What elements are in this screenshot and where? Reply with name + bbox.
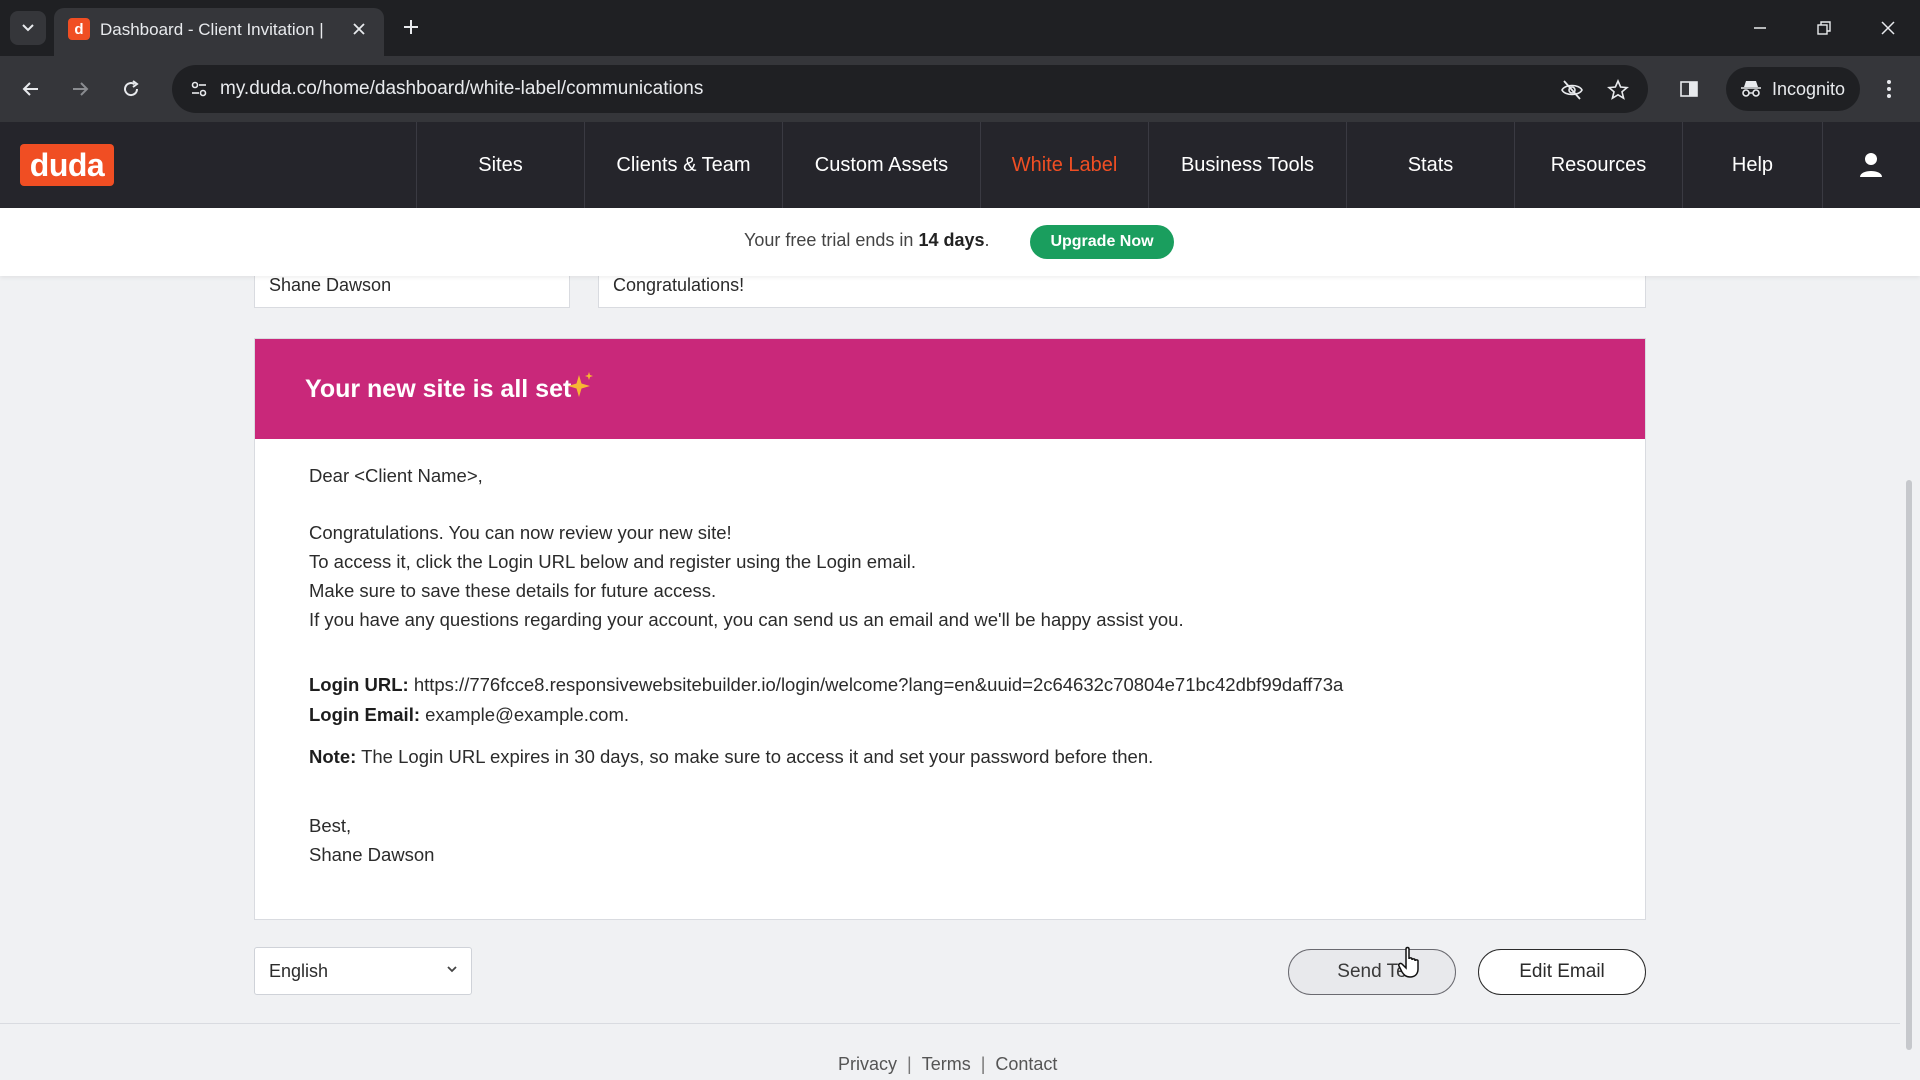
note-label: Note: (309, 746, 357, 767)
duda-favicon-icon: d (68, 18, 90, 40)
nav-help[interactable]: Help (1682, 122, 1822, 208)
forward-button[interactable] (63, 72, 97, 106)
chevron-down-icon (22, 24, 34, 32)
email-paragraph-line: If you have any questions regarding your… (309, 609, 1184, 630)
arrow-right-icon (73, 82, 89, 96)
tab-title: Dashboard - Client Invitation | (100, 20, 324, 39)
footer-separator: | (980, 1054, 986, 1074)
restore-icon (1817, 21, 1831, 35)
login-email-label: Login Email: (309, 704, 420, 725)
footer-terms-link[interactable]: Terms (922, 1054, 971, 1075)
nav-custom-assets[interactable]: Custom Assets (782, 122, 980, 208)
incognito-indicator[interactable]: Incognito (1726, 67, 1860, 111)
footer-contact-link[interactable]: Contact (995, 1054, 1057, 1075)
language-select[interactable]: English (254, 947, 472, 995)
browser-tab-active[interactable]: d Dashboard - Client Invitation | (54, 8, 384, 56)
trial-days: 14 days (918, 230, 985, 250)
arrow-left-icon (22, 82, 38, 96)
close-icon (1881, 21, 1895, 35)
login-email-row: Login Email: example@example.com. (309, 704, 629, 726)
restore-button[interactable] (1800, 10, 1848, 46)
login-url-row: Login URL: https://776fcce8.responsivewe… (309, 674, 1343, 696)
nav-business-tools[interactable]: Business Tools (1148, 122, 1346, 208)
app-header: duda Sites Clients & Team Custom Assets … (0, 122, 1920, 208)
nav-sites[interactable]: Sites (416, 122, 584, 208)
incognito-icon (1741, 81, 1761, 97)
upgrade-now-button[interactable]: Upgrade Now (1030, 225, 1174, 259)
login-url-value: https://776fcce8.responsivewebsitebuilde… (413, 674, 1344, 695)
footer-separator: | (907, 1054, 912, 1074)
reload-icon (124, 80, 139, 97)
email-signature: Shane Dawson (309, 844, 435, 865)
main-nav: Sites Clients & Team Custom Assets White… (416, 122, 1918, 208)
email-paragraph-line: Congratulations. You can now review your… (309, 522, 732, 543)
minimize-button[interactable] (1736, 10, 1784, 46)
incognito-label: Incognito (1772, 78, 1846, 99)
footer-privacy-link[interactable]: Privacy (838, 1054, 897, 1075)
window-close-button[interactable] (1864, 10, 1912, 46)
more-vertical-icon (1887, 80, 1891, 98)
side-panel-icon (1680, 81, 1698, 97)
note-row: Note: The Login URL expires in 30 days, … (309, 746, 1153, 768)
page-scrollbar[interactable] (1906, 480, 1912, 1050)
hand-pointer-cursor-icon (1398, 946, 1419, 978)
tab-close-button[interactable] (346, 16, 372, 42)
sparkle-icon (568, 372, 593, 397)
minimize-icon (1754, 27, 1766, 29)
url-text[interactable]: my.duda.co/home/dashboard/white-label/co… (220, 78, 703, 100)
login-url-label: Login URL: (309, 674, 409, 695)
footer-divider (0, 1023, 1900, 1024)
edit-email-button[interactable]: Edit Email (1478, 949, 1646, 995)
eye-off-icon (1561, 80, 1583, 100)
duda-logo[interactable]: duda (20, 144, 114, 186)
user-icon (1859, 153, 1882, 177)
side-panel-button[interactable] (1672, 72, 1706, 106)
browser-tab-bar: d Dashboard - Client Invitation | (0, 0, 1920, 56)
nav-clients-team[interactable]: Clients & Team (584, 122, 782, 208)
nav-resources[interactable]: Resources (1514, 122, 1682, 208)
new-tab-button[interactable] (396, 12, 426, 42)
email-paragraph-line: Make sure to save these details for futu… (309, 580, 717, 601)
trial-suffix: . (984, 230, 990, 250)
tab-search-button[interactable] (10, 11, 46, 45)
user-account-button[interactable] (1822, 122, 1918, 208)
email-header-banner: Your new site is all set (255, 339, 1645, 439)
star-icon (1607, 79, 1629, 100)
trial-banner: Your free trial ends in 14 days. Upgrade… (0, 208, 1920, 276)
trial-prefix: Your free trial ends in (744, 230, 919, 250)
nav-stats[interactable]: Stats (1346, 122, 1514, 208)
email-preview: Your new site is all set Dear <Client Na… (254, 338, 1646, 920)
email-signoff: Best, (309, 815, 352, 836)
login-email-value: example@example.com. (425, 704, 630, 725)
plus-icon (404, 20, 418, 34)
send-test-button[interactable]: Send Te (1288, 949, 1456, 995)
reload-button[interactable] (114, 72, 148, 106)
nav-white-label[interactable]: White Label (980, 122, 1148, 208)
back-button[interactable] (14, 72, 48, 106)
browser-toolbar: my.duda.co/home/dashboard/white-label/co… (0, 56, 1920, 122)
tune-icon (191, 81, 207, 97)
address-bar[interactable]: my.duda.co/home/dashboard/white-label/co… (172, 65, 1648, 113)
trial-message: Your free trial ends in 14 days. (744, 230, 990, 251)
language-value: English (269, 961, 329, 981)
footer-links: Privacy | Terms | Contact (838, 1054, 1057, 1075)
bookmark-button[interactable] (1602, 74, 1634, 106)
browser-menu-button[interactable] (1872, 72, 1906, 106)
chevron-down-icon (447, 966, 457, 973)
site-info-button[interactable] (182, 72, 216, 106)
close-icon (353, 23, 365, 35)
email-paragraph-line: To access it, click the Login URL below … (309, 551, 917, 572)
email-headline: Your new site is all set (305, 375, 572, 403)
note-text: The Login URL expires in 30 days, so mak… (361, 746, 1154, 767)
email-greeting: Dear <Client Name>, (309, 465, 483, 486)
tracking-protection-button[interactable] (1556, 74, 1588, 106)
